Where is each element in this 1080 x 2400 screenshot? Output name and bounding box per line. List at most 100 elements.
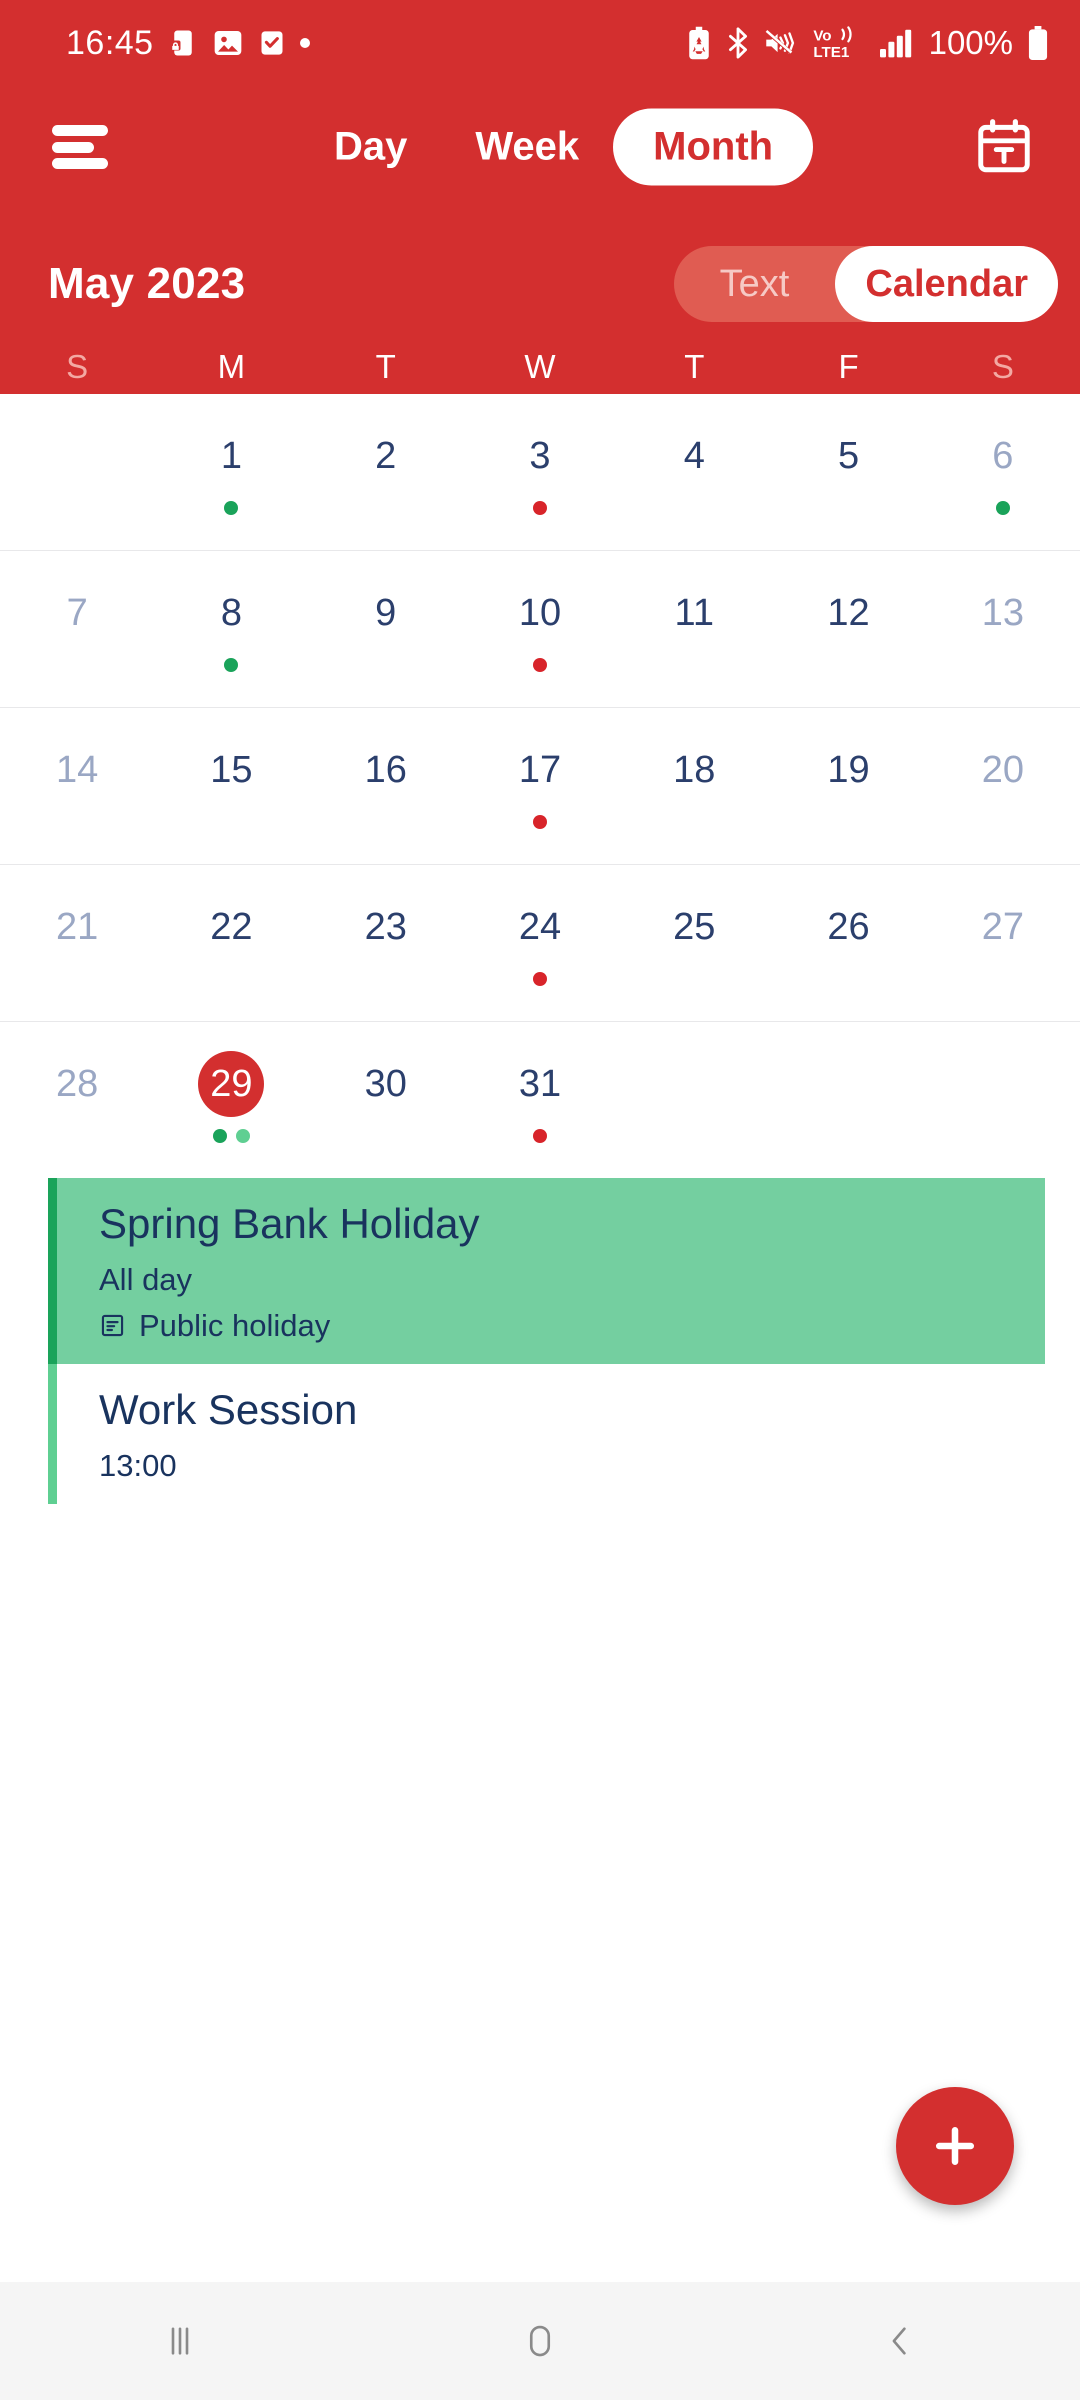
image-icon xyxy=(214,31,241,55)
tab-day[interactable]: Day xyxy=(300,109,441,186)
calendar-today-icon[interactable] xyxy=(970,113,1038,181)
calendar-day-cell[interactable]: 26 xyxy=(771,865,925,1021)
weekday-label-wed: W xyxy=(524,348,556,385)
calendar-day-cell[interactable]: 2 xyxy=(309,394,463,550)
calendar-day-cell[interactable]: 21 xyxy=(0,865,154,1021)
calendar-day-cell[interactable]: 7 xyxy=(0,551,154,707)
svg-text:Vo: Vo xyxy=(813,28,831,45)
calendar-day-cell[interactable]: 24 xyxy=(463,865,617,1021)
day-number: 5 xyxy=(837,435,860,477)
back-button[interactable] xyxy=(840,2282,960,2400)
day-number: 15 xyxy=(210,749,253,791)
calendar-week-row: 14 15 16 17 18 19 20 xyxy=(0,708,1080,865)
calendar-week-row: 1 2 3 4 5 6 xyxy=(0,394,1080,551)
calendar-day-cell[interactable]: 8 xyxy=(154,551,308,707)
add-event-fab[interactable] xyxy=(896,2087,1014,2205)
mute-vibrate-icon xyxy=(765,30,794,56)
calendar-day-cell[interactable]: 12 xyxy=(771,551,925,707)
event-dot xyxy=(212,1129,227,1143)
toggle-calendar[interactable]: Calendar xyxy=(835,246,1058,322)
battery-icon xyxy=(1028,26,1048,60)
calendar-day-cell[interactable]: 11 xyxy=(617,551,771,707)
event-indicator-dots xyxy=(463,815,617,829)
day-number: 17 xyxy=(518,749,562,791)
calendar-day-cell[interactable]: 10 xyxy=(463,551,617,707)
calendar-day-cell[interactable]: 17 xyxy=(463,708,617,864)
calendar-week-row: 28 29 30 31 xyxy=(0,1022,1080,1179)
weekday-label-sat: S xyxy=(991,348,1014,385)
calendar-day-cell[interactable]: 31 xyxy=(463,1022,617,1179)
weekday-header-row: S M T W T F S xyxy=(0,340,1080,394)
calendar-day-cell[interactable]: 19 xyxy=(771,708,925,864)
calendar-day-cell[interactable]: 27 xyxy=(926,865,1080,1021)
toggle-text[interactable]: Text xyxy=(674,246,836,322)
home-button[interactable] xyxy=(480,2282,600,2400)
calendar-day-cell[interactable]: 14 xyxy=(0,708,154,864)
event-indicator-dots xyxy=(463,658,617,672)
day-number: 25 xyxy=(673,906,716,948)
bluetooth-icon xyxy=(728,27,747,59)
day-number: 30 xyxy=(364,1063,407,1105)
weekday-label-fri: F xyxy=(838,348,859,385)
view-tabs: Day Week Month xyxy=(300,108,814,186)
event-indicator-dots xyxy=(154,658,308,672)
event-list-item[interactable]: Spring Bank Holiday All day Public holiday xyxy=(48,1178,1045,1364)
day-number: 19 xyxy=(827,749,870,791)
calendar-day-cell[interactable]: 6 xyxy=(926,394,1080,550)
event-indicator-dots xyxy=(154,1129,308,1143)
day-number: 28 xyxy=(56,1063,99,1105)
event-title: Spring Bank Holiday xyxy=(99,1200,480,1247)
recents-icon xyxy=(171,2327,189,2355)
calendar-day-cell[interactable]: 15 xyxy=(154,708,308,864)
day-number: 12 xyxy=(827,592,870,634)
hamburger-menu-icon[interactable] xyxy=(52,125,108,169)
notification-dot-icon xyxy=(299,38,310,48)
battery-saver-icon xyxy=(688,26,709,60)
event-indicator-dots xyxy=(463,501,617,515)
calendar-day-cell[interactable]: 29 xyxy=(154,1022,308,1179)
event-dot xyxy=(235,1129,250,1143)
event-meta-label: Public holiday xyxy=(139,1307,331,1343)
svg-text:LTE1: LTE1 xyxy=(813,44,849,61)
event-body: Work Session 13:00 xyxy=(57,1364,1080,1504)
calendar-day-cell[interactable]: 1 xyxy=(154,394,308,550)
event-indicator-dots xyxy=(926,501,1080,515)
recents-button[interactable] xyxy=(120,2282,240,2400)
weekday-label-thu: T xyxy=(684,348,705,385)
app-header: 16:45 Vo LTE1 100% Day Week Month May 20… xyxy=(0,0,1080,394)
tab-month[interactable]: Month xyxy=(613,108,814,186)
calendar-day-cell[interactable]: 16 xyxy=(309,708,463,864)
calendar-day-cell[interactable]: 28 xyxy=(0,1022,154,1179)
calendar-day-cell[interactable]: 18 xyxy=(617,708,771,864)
event-color-bar xyxy=(48,1363,57,1504)
calendar-day-cell[interactable]: 13 xyxy=(926,551,1080,707)
event-time: 13:00 xyxy=(99,1448,177,1484)
calendar-day-cell[interactable]: 4 xyxy=(617,394,771,550)
event-list-item[interactable]: Work Session 13:00 xyxy=(48,1363,1080,1504)
day-number: 10 xyxy=(518,592,562,634)
calendar-day-cell[interactable]: 9 xyxy=(309,551,463,707)
day-number: 4 xyxy=(683,435,705,477)
calendar-day-cell[interactable]: 23 xyxy=(309,865,463,1021)
weekday-label-mon: M xyxy=(217,348,246,385)
day-number: 1 xyxy=(220,435,242,477)
calendar-week-row: 21 22 23 24 25 26 27 xyxy=(0,865,1080,1022)
calendar-day-cell[interactable]: 30 xyxy=(309,1022,463,1179)
day-number: 13 xyxy=(981,592,1024,634)
event-dot xyxy=(532,1129,547,1143)
calendar-day-cell[interactable]: 22 xyxy=(154,865,308,1021)
day-number: 8 xyxy=(220,592,242,634)
calendar-day-cell[interactable]: 20 xyxy=(926,708,1080,864)
calendar-day-cell[interactable]: 3 xyxy=(463,394,617,550)
hamburger-bar-3 xyxy=(52,158,108,169)
tab-week[interactable]: Week xyxy=(441,109,613,186)
event-color-bar xyxy=(48,1178,57,1364)
status-bar-left: 16:45 xyxy=(66,24,310,63)
calendar-day-cell[interactable]: 5 xyxy=(771,394,925,550)
event-dot xyxy=(532,972,547,986)
event-body: Spring Bank Holiday All day Public holiday xyxy=(57,1178,1045,1364)
hamburger-bar-2 xyxy=(52,141,94,153)
event-time: All day xyxy=(99,1262,193,1298)
battery-percent-label: 100% xyxy=(928,24,1013,61)
calendar-day-cell[interactable]: 25 xyxy=(617,865,771,1021)
